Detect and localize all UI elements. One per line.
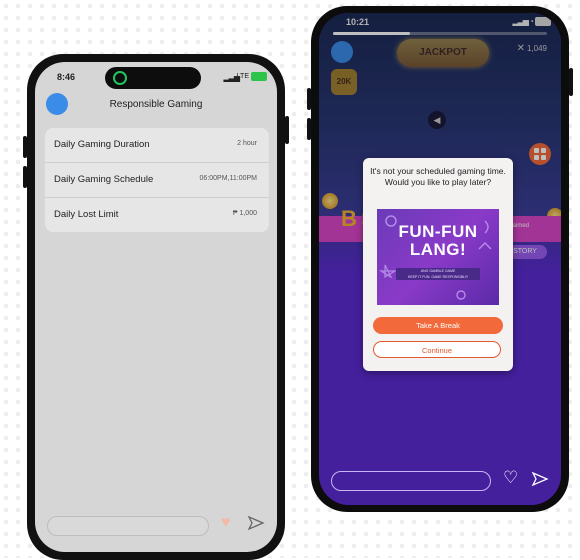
setting-row-lost-limit[interactable]: Daily Lost Limit ₱ 1,000 xyxy=(45,198,269,232)
network-label: LTE xyxy=(236,73,249,80)
status-bar: 8:46 ▂▃▅ LTE xyxy=(35,67,277,89)
send-icon[interactable] xyxy=(531,470,549,488)
page-title: Responsible Gaming xyxy=(109,99,203,110)
phone-left: 8:46 ▂▃▅ LTE Responsible Gaming Daily Ga… xyxy=(23,54,289,560)
dynamic-island xyxy=(105,67,201,89)
status-time: 8:46 xyxy=(57,72,76,82)
banner-strip: ANG GAMBLE GAME KEEP IT FUN. GAME RESPONS… xyxy=(396,268,480,280)
setting-label: Daily Gaming Schedule xyxy=(54,174,154,185)
fun-fun-lang-banner: FUN-FUN LANG! ANG GAMBLE GAME KEEP IT FUN.… xyxy=(377,209,499,305)
banner-title: FUN-FUN LANG! xyxy=(398,222,478,259)
send-icon[interactable] xyxy=(247,514,265,532)
schedule-dialog: It's not your scheduled gaming time. Wou… xyxy=(363,158,513,371)
setting-row-duration[interactable]: Daily Gaming Duration 2 hour xyxy=(45,128,269,163)
heart-icon[interactable]: ♡ xyxy=(503,468,518,488)
setting-value: 06:00PM,11:00PM xyxy=(199,175,257,182)
side-button xyxy=(307,88,311,110)
take-a-break-button[interactable]: Take A Break xyxy=(373,317,503,334)
setting-row-schedule[interactable]: Daily Gaming Schedule 06:00PM,11:00PM xyxy=(45,163,269,198)
comment-input[interactable] xyxy=(47,516,209,536)
dialog-message: It's not your scheduled gaming time. Wou… xyxy=(370,166,506,187)
side-button xyxy=(23,166,27,188)
setting-value: 2 hour xyxy=(237,140,257,147)
responsible-gaming-screen: 8:46 ▂▃▅ LTE Responsible Gaming Daily Ga… xyxy=(35,62,277,552)
power-button xyxy=(569,68,573,96)
settings-card: Daily Gaming Duration 2 hour Daily Gamin… xyxy=(45,128,269,232)
side-button xyxy=(307,118,311,140)
setting-label: Daily Gaming Duration xyxy=(54,139,150,150)
setting-value: ₱ 1,000 xyxy=(232,210,257,217)
comment-input[interactable] xyxy=(331,471,491,491)
battery-icon xyxy=(251,72,267,81)
setting-label: Daily Lost Limit xyxy=(54,209,119,220)
power-button xyxy=(285,116,289,144)
activity-ring-icon xyxy=(113,71,127,85)
continue-button[interactable]: Continue xyxy=(373,341,501,358)
game-screen: 10:21 ▂▃▅ ◔ JACKPOT ✕ 1,049 20K ◀ B S Cl… xyxy=(319,13,561,505)
heart-icon[interactable]: ♥ xyxy=(221,514,231,532)
side-button xyxy=(23,136,27,158)
phone-right: 10:21 ▂▃▅ ◔ JACKPOT ✕ 1,049 20K ◀ B S Cl… xyxy=(307,6,573,512)
